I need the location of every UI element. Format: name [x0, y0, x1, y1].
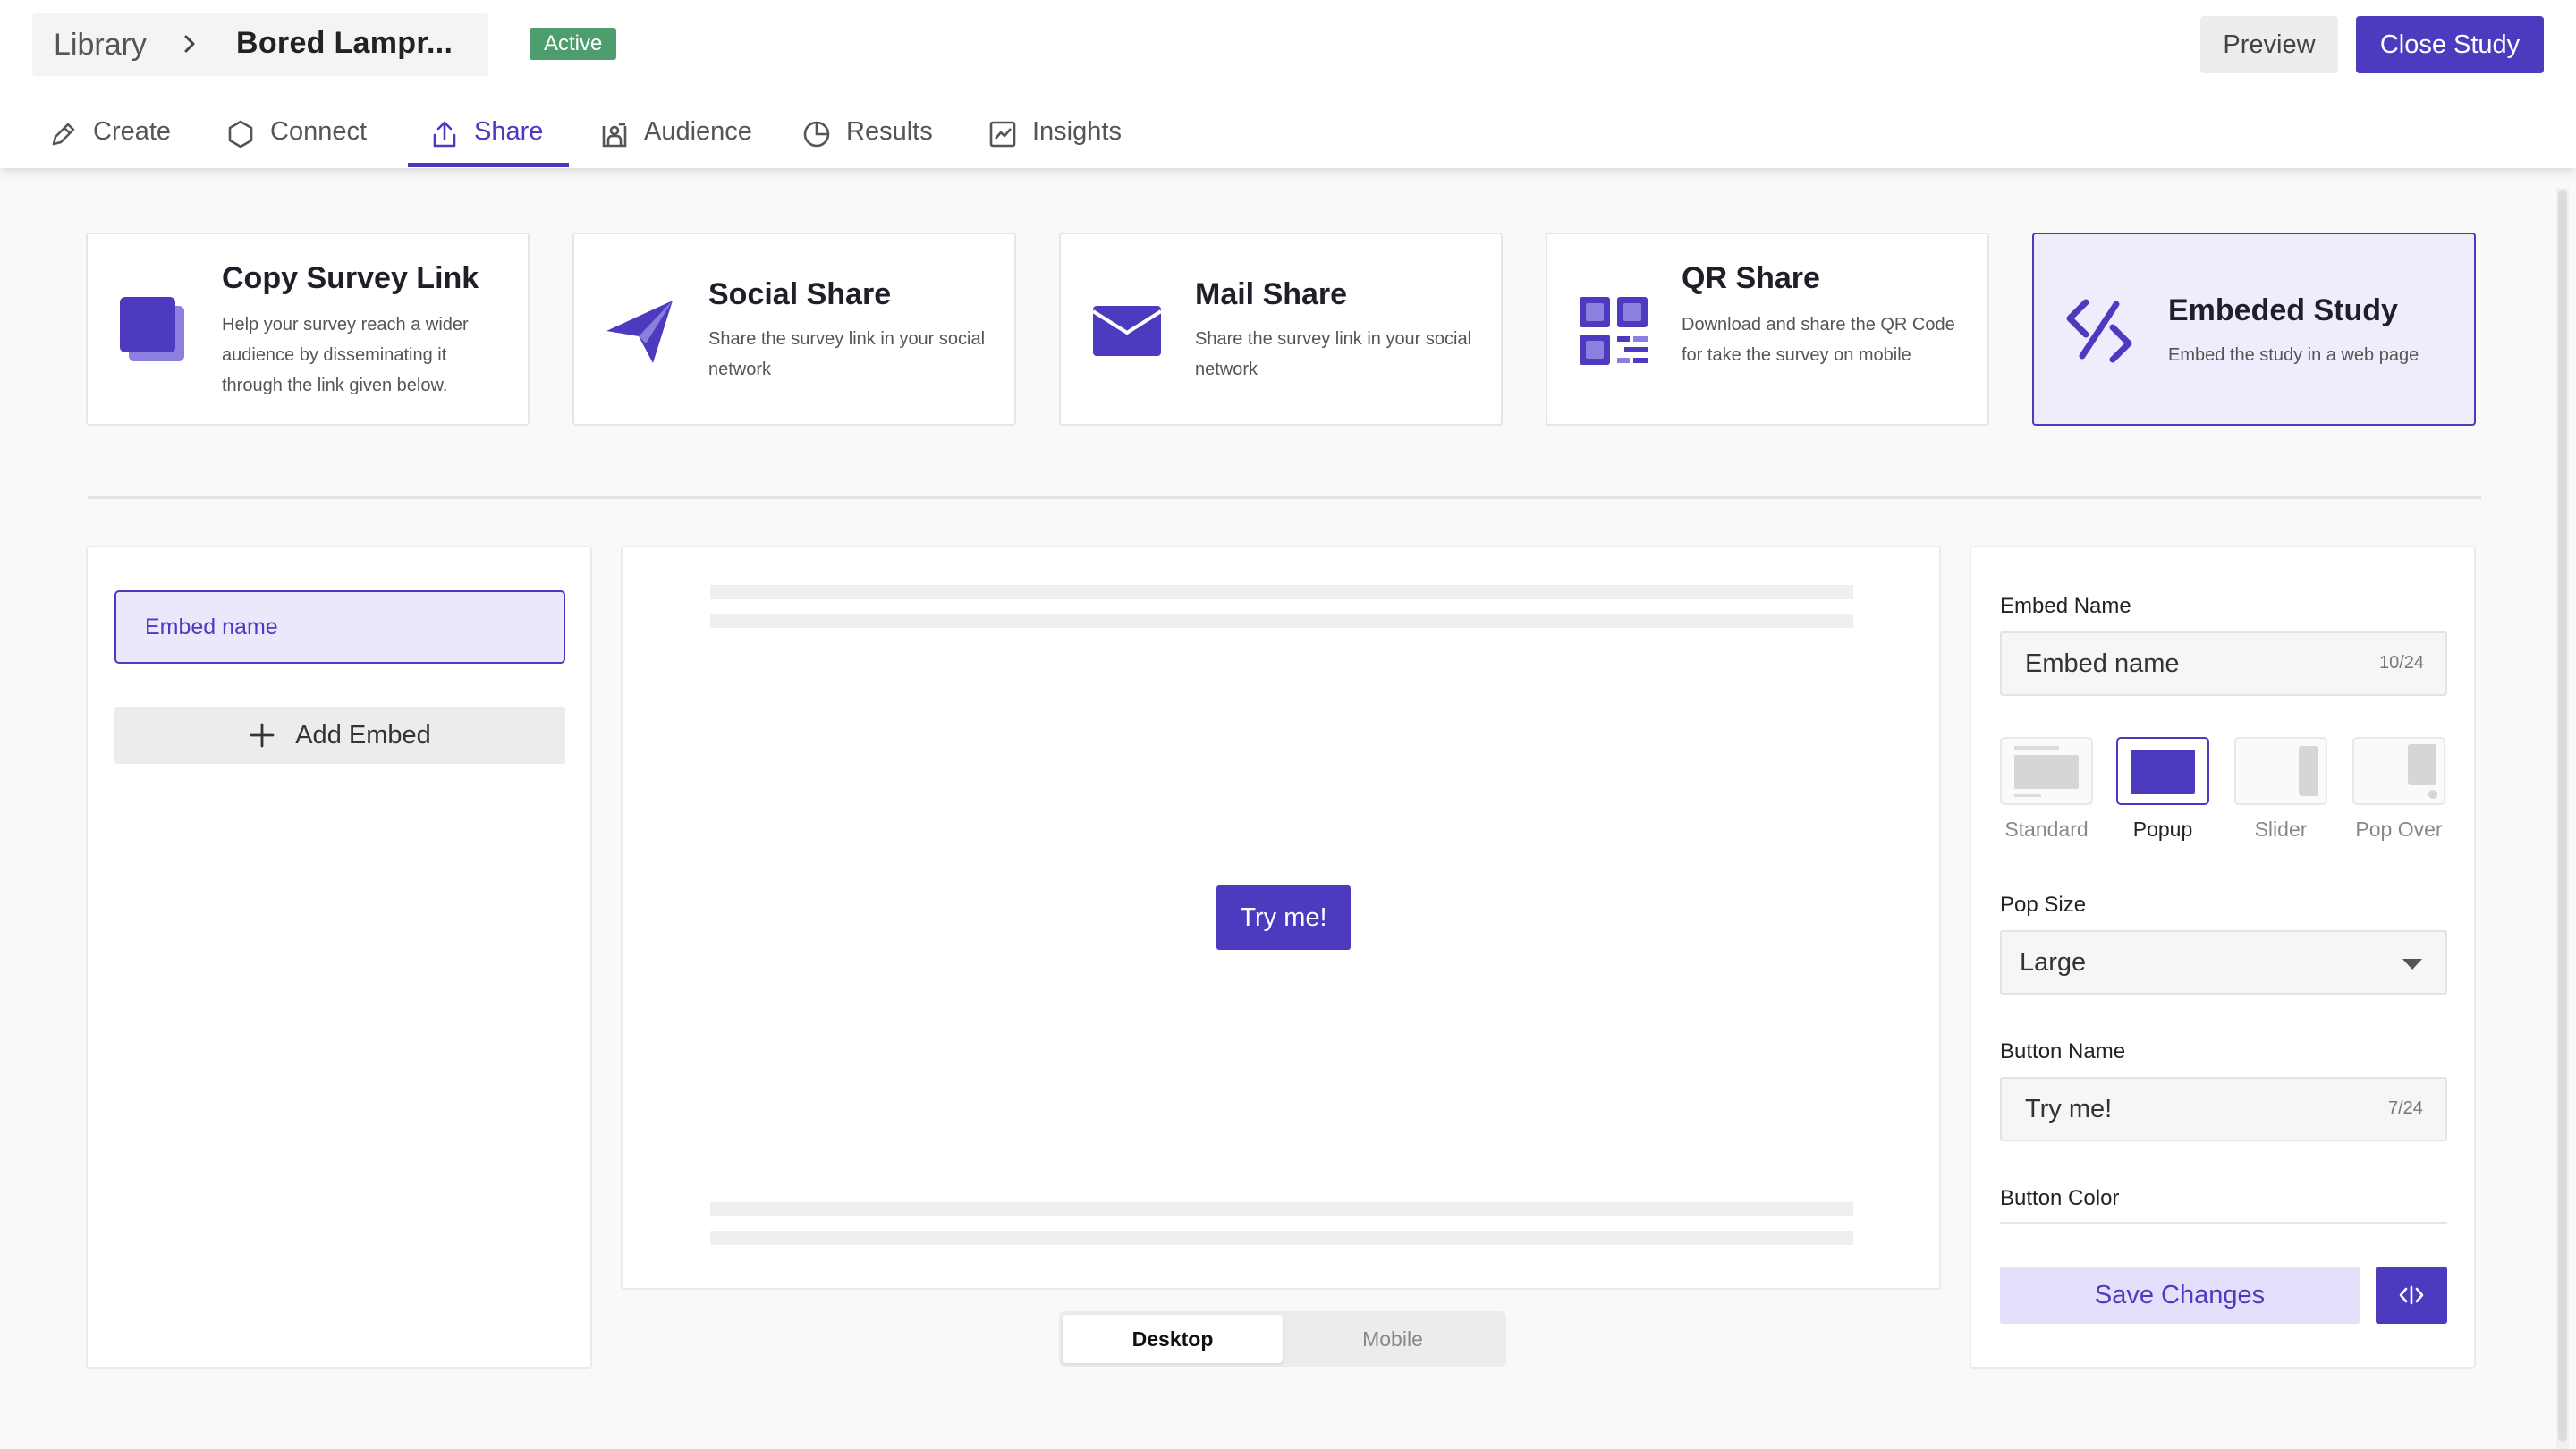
tab-label: Create — [93, 117, 172, 146]
copy-link-icon — [120, 297, 184, 361]
tab-label: Insights — [1032, 117, 1122, 146]
pop-size-value: Large — [2020, 948, 2087, 977]
breadcrumb-study-name[interactable]: Bored Lampr... — [236, 26, 453, 61]
hexagon-icon — [228, 120, 253, 148]
page-scrollbar-thumb[interactable] — [2558, 190, 2567, 1442]
section-divider — [88, 496, 2481, 499]
tab-audience[interactable]: Audience — [599, 107, 752, 168]
card-description: Share the survey link in your social net… — [708, 329, 986, 379]
caret-down-icon — [2402, 959, 2422, 970]
add-embed-button[interactable]: Add Embed — [114, 707, 565, 764]
mail-icon — [1091, 306, 1163, 356]
tab-label: Share — [474, 117, 544, 146]
add-embed-label: Add Embed — [295, 720, 431, 750]
layout-option-popup[interactable] — [2116, 737, 2209, 805]
card-description: Share the survey link in your social net… — [1195, 329, 1472, 379]
embed-name-label: Embed Name — [2000, 594, 2131, 618]
button-name-char-count: 7/24 — [2388, 1098, 2423, 1118]
tab-label: Audience — [644, 117, 752, 146]
tab-connect[interactable]: Connect — [225, 107, 367, 168]
placeholder-line — [710, 585, 1853, 599]
device-toggle: Desktop Mobile — [1059, 1311, 1506, 1367]
card-description: Help your survey reach a wider audience … — [222, 315, 469, 395]
breadcrumb: Library Bored Lampr... — [32, 13, 488, 76]
card-title: QR Share — [1682, 261, 1820, 295]
tab-label: Results — [846, 117, 933, 146]
embed-list-item[interactable]: Embed name — [114, 590, 565, 664]
upload-icon — [433, 121, 456, 148]
get-embed-code-button[interactable] — [2376, 1267, 2447, 1324]
active-tab-indicator — [408, 163, 569, 167]
layout-label-standard: Standard — [2004, 818, 2089, 841]
button-name-label: Button Name — [2000, 1039, 2126, 1063]
main-tabs: Create Connect Share Audience Results In… — [0, 107, 1252, 168]
placeholder-line — [710, 614, 1853, 628]
card-title: Social Share — [708, 277, 892, 311]
tab-results[interactable]: Results — [801, 107, 933, 168]
card-description: Download and share the QR Code for take … — [1682, 315, 1955, 365]
paper-plane-icon — [606, 301, 673, 363]
code-icon — [2066, 299, 2132, 363]
plus-icon — [250, 723, 275, 748]
button-color-label: Button Color — [2000, 1186, 2120, 1210]
layout-label-slider: Slider — [2254, 818, 2308, 841]
button-name-input[interactable] — [2000, 1077, 2447, 1141]
card-title: Mail Share — [1195, 277, 1348, 311]
top-header: Library Bored Lampr... Active Preview Cl… — [0, 0, 2576, 168]
pencil-icon — [52, 123, 75, 146]
tab-label: Connect — [270, 117, 368, 146]
placeholder-line — [710, 1231, 1853, 1245]
tab-create[interactable]: Create — [48, 107, 171, 168]
settings-divider — [2000, 1222, 2447, 1224]
code-brackets-icon — [2399, 1285, 2424, 1305]
line-chart-icon — [989, 121, 1016, 148]
tab-insights[interactable]: Insights — [987, 107, 1122, 168]
card-description: Embed the study in a web page — [2168, 345, 2419, 365]
embed-preview-canvas: Try me! — [621, 546, 1941, 1290]
popup-layout-icon — [2131, 750, 2195, 794]
save-changes-button[interactable]: Save Changes — [2000, 1267, 2360, 1324]
share-card-qr[interactable]: QR Share Download and share the QR Code … — [1546, 233, 1989, 426]
embed-settings-panel: Embed Name 10/24 Standard Popup Slider P… — [1970, 546, 2476, 1368]
tab-share[interactable]: Share — [429, 107, 543, 168]
qr-code-icon — [1580, 297, 1648, 365]
pop-size-label: Pop Size — [2000, 893, 2087, 917]
share-card-embed[interactable]: Embeded Study Embed the study in a web p… — [2032, 233, 2476, 426]
chevron-right-icon — [184, 35, 195, 53]
placeholder-line — [710, 1202, 1853, 1216]
standard-layout-icon — [2014, 746, 2079, 797]
breadcrumb-library-link[interactable]: Library — [54, 28, 147, 63]
pop-over-layout-icon — [2408, 744, 2437, 799]
share-card-social[interactable]: Social Share Share the survey link in yo… — [572, 233, 1016, 426]
layout-option-slider[interactable] — [2234, 737, 2327, 805]
preview-try-button[interactable]: Try me! — [1216, 886, 1351, 950]
embed-list-panel: Embed name Add Embed — [86, 546, 592, 1368]
pop-size-select[interactable]: Large — [2000, 930, 2447, 995]
mobile-toggle-button[interactable]: Mobile — [1283, 1315, 1503, 1363]
slider-layout-icon — [2299, 746, 2318, 796]
card-title: Embeded Study — [2168, 293, 2398, 327]
share-card-copy-link[interactable]: Copy Survey Link Help your survey reach … — [86, 233, 530, 426]
status-badge: Active — [530, 28, 617, 60]
desktop-toggle-button[interactable]: Desktop — [1063, 1315, 1283, 1363]
preview-button[interactable]: Preview — [2200, 16, 2338, 73]
embed-name-char-count: 10/24 — [2379, 653, 2425, 673]
share-card-mail[interactable]: Mail Share Share the survey link in your… — [1059, 233, 1503, 426]
layout-option-standard[interactable] — [2000, 737, 2093, 805]
audience-icon — [602, 123, 627, 148]
layout-option-pop-over[interactable] — [2352, 737, 2445, 805]
layout-label-pop-over: Pop Over — [2355, 818, 2443, 841]
pie-chart-icon — [803, 121, 830, 148]
close-study-button[interactable]: Close Study — [2356, 16, 2544, 73]
card-title: Copy Survey Link — [222, 261, 479, 295]
layout-label-popup: Popup — [2132, 818, 2193, 841]
